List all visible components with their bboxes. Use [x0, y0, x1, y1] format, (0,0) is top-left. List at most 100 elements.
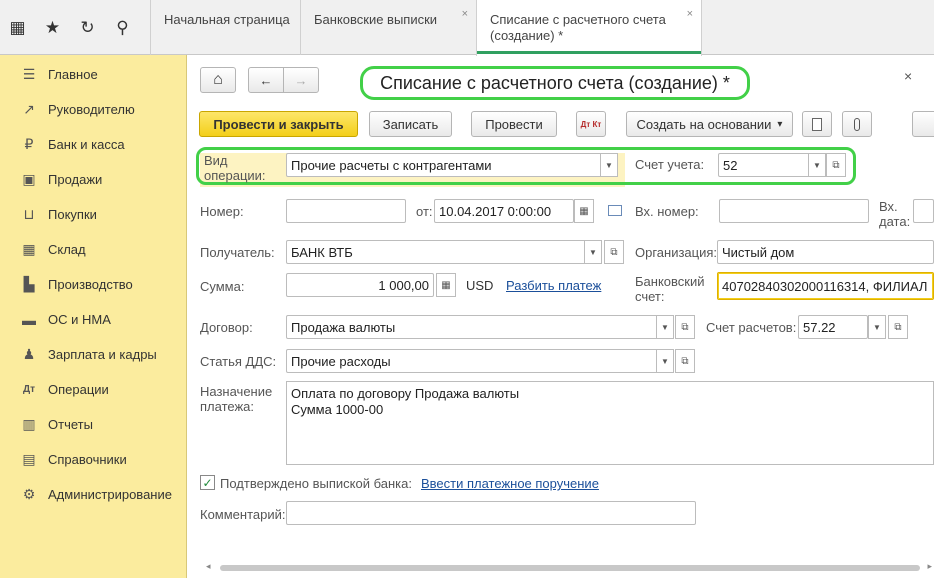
- scroll-left-icon[interactable]: ◂: [206, 561, 211, 572]
- settlement-account-value: 57.22: [803, 319, 836, 335]
- attach-button[interactable]: [842, 111, 872, 137]
- settlement-account-field[interactable]: 57.22: [798, 315, 868, 339]
- calendar-button[interactable]: ▦: [574, 199, 594, 223]
- top-icons: ▦ ★ ↻ ⚲: [0, 0, 150, 55]
- operation-type-dropdown[interactable]: ▼: [600, 153, 618, 177]
- date-field[interactable]: 10.04.2017 0:00:00: [434, 199, 574, 223]
- scroll-right-icon[interactable]: ▸: [927, 561, 932, 572]
- dds-field[interactable]: Прочие расходы: [286, 349, 658, 373]
- dds-label: Статья ДДС:: [200, 354, 277, 369]
- home-button[interactable]: ⌂: [200, 67, 236, 93]
- sidebar-item-reports[interactable]: ▥ Отчеты: [0, 407, 187, 442]
- sidebar-item-directories[interactable]: ▤ Справочники: [0, 442, 187, 477]
- more-button[interactable]: [912, 111, 934, 137]
- tab-home[interactable]: Начальная страница: [150, 0, 300, 55]
- home-icon: ⌂: [213, 71, 223, 88]
- incoming-date-label: Вх. дата:: [879, 199, 911, 229]
- purpose-line: Оплата по договору Продажа валюты: [291, 386, 520, 401]
- bank-account-label: Банковский счет:: [635, 274, 705, 304]
- star-icon[interactable]: ★: [35, 0, 70, 55]
- tab-bank-statements[interactable]: Банковские выписки ×: [300, 0, 476, 55]
- print-button[interactable]: [802, 111, 832, 137]
- bar-chart-icon: ▥: [22, 416, 36, 432]
- operation-type-value: Прочие расчеты с контрагентами: [291, 157, 492, 173]
- scrollbar-thumb[interactable]: [220, 565, 920, 571]
- contract-field[interactable]: Продажа валюты: [286, 315, 658, 339]
- sidebar-item-label: Отчеты: [48, 417, 93, 432]
- dt-kt-icon: Дт: [22, 384, 36, 395]
- sidebar-item-production[interactable]: ▙ Производство: [0, 267, 187, 302]
- close-tab-icon[interactable]: ×: [462, 6, 468, 22]
- purpose-textarea[interactable]: Оплата по договору Продажа валюты Сумма …: [286, 381, 934, 465]
- sidebar-item-main[interactable]: ☰ Главное: [0, 57, 187, 92]
- settlement-account-dropdown[interactable]: ▼: [868, 315, 886, 339]
- number-field[interactable]: [286, 199, 406, 223]
- post-button[interactable]: Провести: [471, 111, 557, 137]
- purpose-label: Назначение платежа:: [200, 384, 273, 414]
- horizontal-scrollbar[interactable]: ◂ ▸: [206, 561, 932, 572]
- account-open-button[interactable]: ⧉: [826, 153, 846, 177]
- account-value: 52: [723, 157, 738, 173]
- sidebar-item-bank[interactable]: ₽ Банк и касса: [0, 127, 187, 162]
- sidebar-item-warehouse[interactable]: ▦ Склад: [0, 232, 187, 267]
- forward-button[interactable]: →: [283, 67, 319, 93]
- settlement-account-label: Счет расчетов:: [706, 320, 797, 335]
- contract-dropdown[interactable]: ▼: [656, 315, 674, 339]
- sidebar-item-fixed-assets[interactable]: ▬ ОС и НМА: [0, 302, 187, 337]
- book-icon: ▤: [22, 451, 36, 467]
- incoming-number-label: Вх. номер:: [635, 204, 699, 219]
- history-icon[interactable]: ↻: [70, 0, 105, 55]
- enter-payment-order-link[interactable]: Ввести платежное поручение: [421, 476, 599, 491]
- split-payment-link[interactable]: Разбить платеж: [506, 278, 601, 293]
- bank-account-field[interactable]: 40702840302000116314, ФИЛИАЛ: [717, 272, 934, 300]
- recipient-dropdown[interactable]: ▼: [584, 240, 602, 264]
- list-icon[interactable]: [608, 205, 622, 216]
- comment-field[interactable]: [286, 501, 696, 525]
- settlement-account-open-button[interactable]: ⧉: [888, 315, 908, 339]
- recipient-field[interactable]: БАНК ВТБ: [286, 240, 602, 264]
- sidebar-item-administration[interactable]: ⚙ Администрирование: [0, 477, 187, 512]
- chevron-down-icon: ▼: [661, 322, 669, 332]
- recipient-label: Получатель:: [200, 245, 275, 260]
- create-based-on-button[interactable]: Создать на основании ▾: [626, 111, 793, 137]
- recipient-value: БАНК ВТБ: [291, 244, 353, 260]
- organization-label: Организация:: [635, 245, 718, 260]
- operation-type-field[interactable]: Прочие расчеты с контрагентами: [286, 153, 602, 177]
- confirmed-label: Подтверждено выпиской банка:: [220, 476, 412, 491]
- tab-write-off-create[interactable]: Списание с расчетного счета (создание) *…: [476, 0, 702, 56]
- apps-grid-icon[interactable]: ▦: [0, 0, 35, 55]
- close-form-icon[interactable]: ×: [904, 68, 912, 84]
- sidebar-item-operations[interactable]: Дт Операции: [0, 372, 187, 407]
- dds-open-button[interactable]: ⧉: [675, 349, 695, 373]
- sidebar-item-sales[interactable]: ▣ Продажи: [0, 162, 187, 197]
- sidebar-item-purchases[interactable]: ⊔ Покупки: [0, 197, 187, 232]
- recipient-open-button[interactable]: ⧉: [604, 240, 624, 264]
- confirmed-checkbox[interactable]: ✓: [200, 475, 215, 490]
- dt-kt-button[interactable]: Дт Кт: [576, 111, 606, 137]
- search-icon[interactable]: ⚲: [105, 0, 140, 55]
- dds-value: Прочие расходы: [291, 353, 391, 369]
- sidebar-item-label: ОС и НМА: [48, 312, 111, 327]
- save-label: Записать: [382, 116, 439, 132]
- account-field[interactable]: 52: [718, 153, 810, 177]
- sidebar-item-label: Зарплата и кадры: [48, 347, 157, 362]
- open-icon: ⧉: [681, 355, 689, 367]
- open-icon: ⧉: [610, 246, 618, 258]
- factory-icon: ▙: [23, 276, 35, 292]
- incoming-number-field[interactable]: [719, 199, 869, 223]
- back-button[interactable]: ←: [248, 67, 284, 93]
- sidebar-item-manager[interactable]: ↗ Руководителю: [0, 92, 187, 127]
- account-dropdown[interactable]: ▼: [808, 153, 826, 177]
- contract-value: Продажа валюты: [291, 319, 396, 335]
- calculator-button[interactable]: ▦: [436, 273, 456, 297]
- contract-open-button[interactable]: ⧉: [675, 315, 695, 339]
- post-and-close-button[interactable]: Провести и закрыть: [199, 111, 358, 137]
- incoming-date-field[interactable]: [913, 199, 934, 223]
- sidebar-item-salary[interactable]: ♟ Зарплата и кадры: [0, 337, 187, 372]
- organization-field[interactable]: Чистый дом: [717, 240, 934, 264]
- amount-field[interactable]: 1 000,00: [286, 273, 434, 297]
- tab-write-off-label-line1: Списание с расчетного счета: [490, 12, 666, 27]
- close-tab-icon[interactable]: ×: [687, 6, 693, 22]
- dds-dropdown[interactable]: ▼: [656, 349, 674, 373]
- save-button[interactable]: Записать: [369, 111, 452, 137]
